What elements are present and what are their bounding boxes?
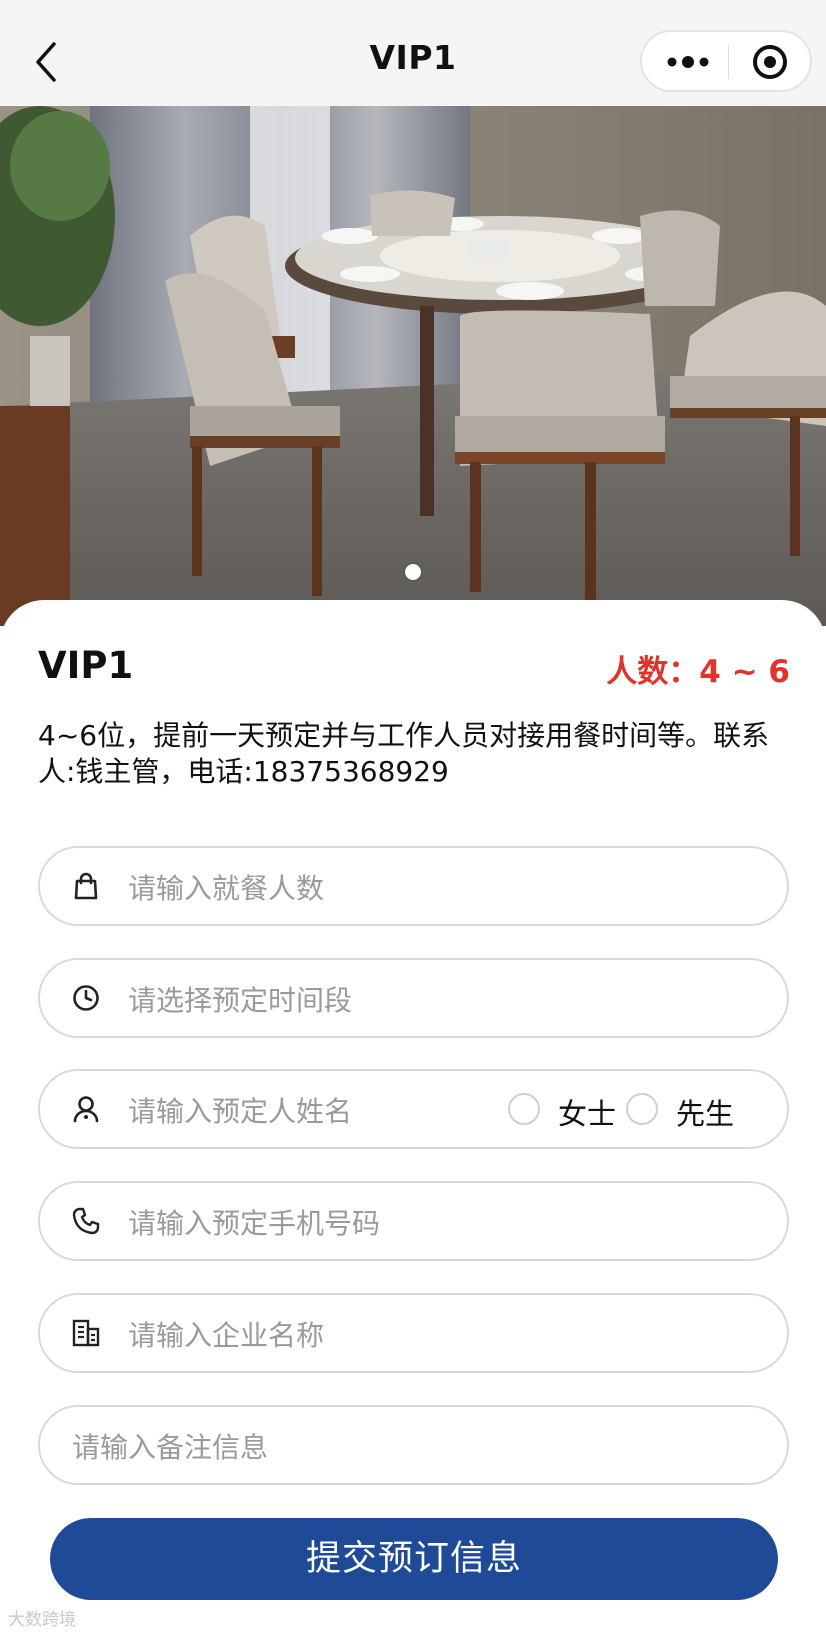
- reserver-name-input[interactable]: 请输入预定人姓名 女士 先生: [38, 1069, 789, 1149]
- phone-icon: [72, 1207, 100, 1235]
- close-miniprogram-button[interactable]: [750, 42, 790, 82]
- phone-placeholder: 请输入预定手机号码: [128, 1207, 381, 1240]
- submit-button[interactable]: 提交预订信息: [50, 1518, 778, 1600]
- time-slot-select[interactable]: 请选择预定时间段: [38, 958, 789, 1038]
- room-name: VIP1: [38, 644, 134, 687]
- banner-carousel[interactable]: [0, 106, 826, 626]
- capsule-divider: [728, 45, 729, 79]
- time-slot-placeholder: 请选择预定时间段: [128, 984, 353, 1017]
- remark-input[interactable]: 请输入备注信息: [38, 1405, 789, 1485]
- company-placeholder: 请输入企业名称: [128, 1319, 325, 1352]
- building-icon: [72, 1319, 100, 1347]
- carousel-indicator-dot[interactable]: [405, 564, 421, 580]
- mini-program-capsule: [640, 30, 812, 92]
- reservation-page: VIP1 VIP1 人数：4 ~ 6 4~6位，提前一天预定并与工作人员对接用餐…: [0, 0, 826, 1636]
- gender-label-male: 先生: [676, 1097, 735, 1131]
- bag-icon: [74, 872, 98, 900]
- more-button[interactable]: [662, 44, 714, 80]
- person-icon: [73, 1096, 99, 1123]
- target-circle-icon: [753, 45, 787, 79]
- clock-icon: [73, 985, 99, 1011]
- radio-female[interactable]: [508, 1093, 540, 1125]
- company-input[interactable]: 请输入企业名称: [38, 1293, 789, 1373]
- nav-bar: VIP1: [0, 0, 826, 106]
- reserver-name-placeholder: 请输入预定人姓名: [128, 1095, 353, 1128]
- guest-count-input[interactable]: 请输入就餐人数: [38, 846, 789, 926]
- guest-count-placeholder: 请输入就餐人数: [128, 872, 325, 905]
- banner-photo: [0, 106, 826, 626]
- more-dots-icon: [667, 56, 709, 68]
- room-capacity: 人数：4 ~ 6: [606, 654, 790, 690]
- phone-input[interactable]: 请输入预定手机号码: [38, 1181, 789, 1261]
- room-description: 4~6位，提前一天预定并与工作人员对接用餐时间等。联系人:钱主管，电话:1837…: [38, 719, 770, 788]
- remark-placeholder: 请输入备注信息: [72, 1431, 269, 1464]
- watermark: 大数跨境: [8, 1610, 76, 1630]
- radio-male[interactable]: [626, 1093, 658, 1125]
- room-detail-card: VIP1 人数：4 ~ 6 4~6位，提前一天预定并与工作人员对接用餐时间等。联…: [0, 600, 826, 1636]
- gender-label-female: 女士: [558, 1097, 617, 1131]
